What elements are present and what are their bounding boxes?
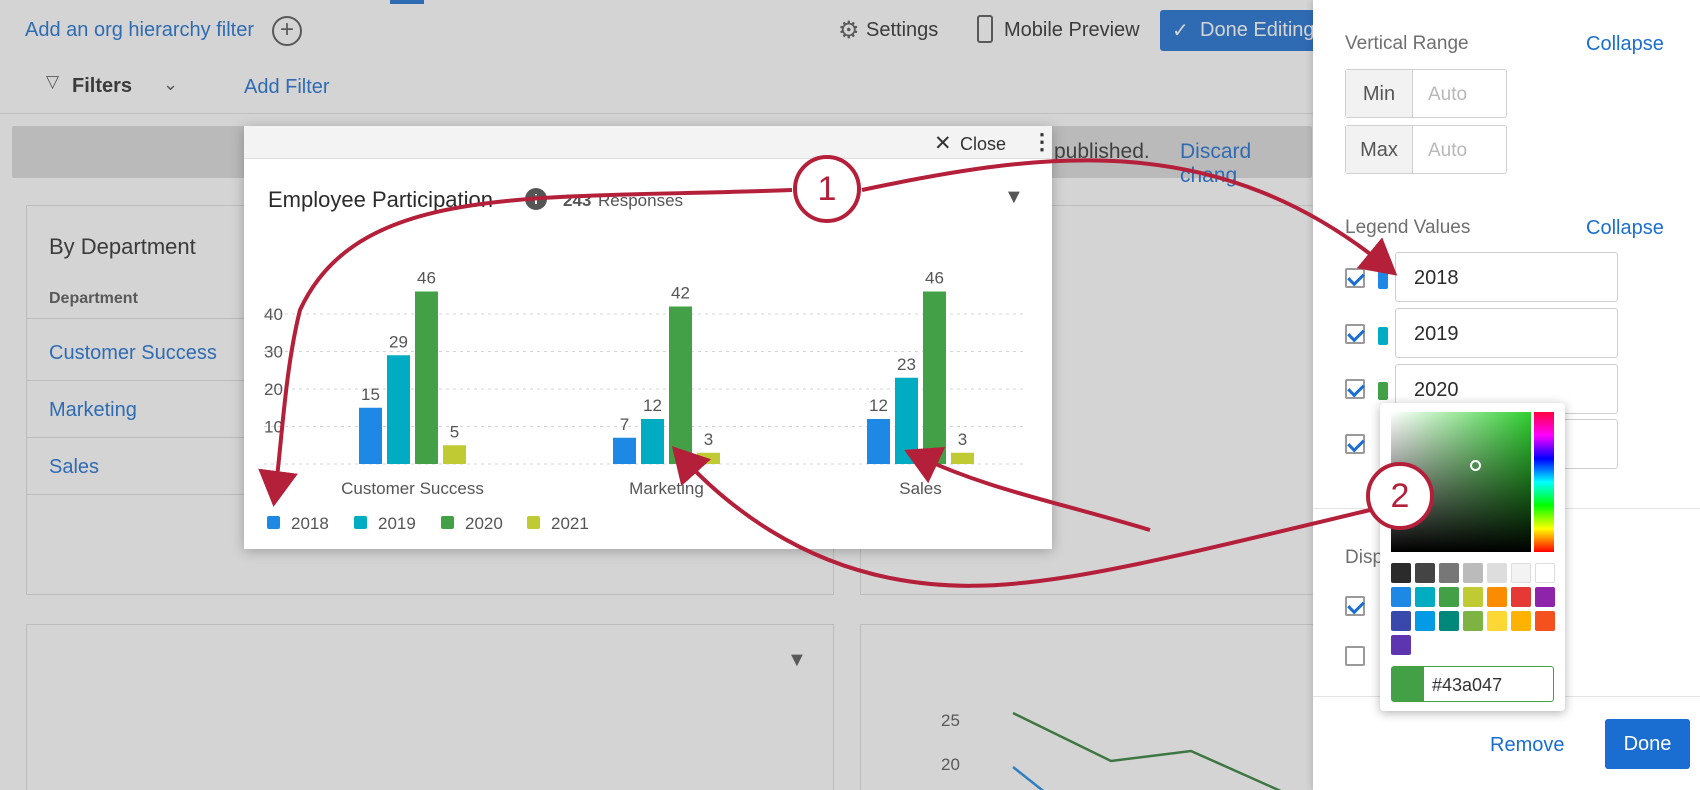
- annotation-marker-2: 2: [1366, 462, 1434, 530]
- annotation-marker-1: 1: [793, 155, 861, 223]
- annotation-arrows: [258, 158, 1398, 588]
